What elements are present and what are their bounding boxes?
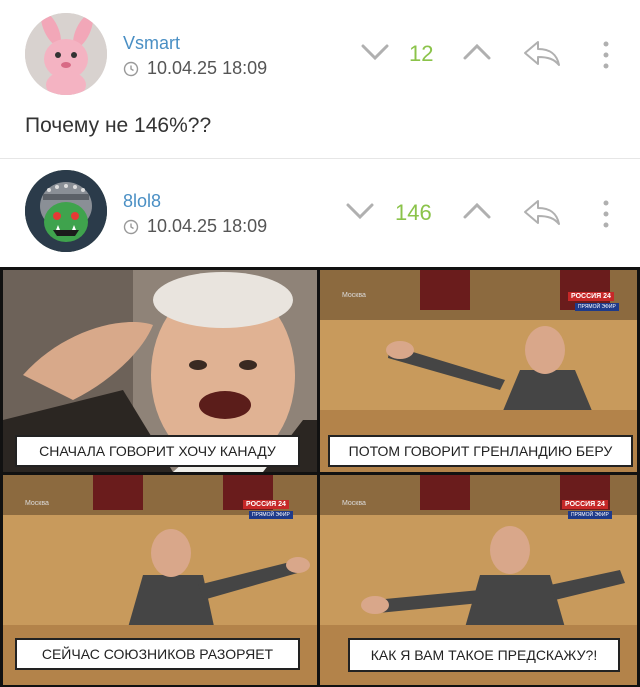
channel-sub-label: ПРЯМОЙ ЭФИР: [575, 303, 619, 311]
comment-2: 8lol8 10.04.25 18:09 146: [0, 159, 640, 267]
channel-logo: РОССИЯ 24: [568, 292, 614, 301]
location-watermark: Москва: [342, 292, 366, 299]
clock-icon: [123, 61, 139, 76]
username[interactable]: 8lol8: [123, 191, 161, 212]
channel-logo: РОССИЯ 24: [562, 500, 608, 509]
comment-score: 12: [409, 41, 434, 66]
more-menu-icon[interactable]: [600, 40, 612, 70]
location-watermark: Москва: [342, 500, 366, 507]
more-menu-icon[interactable]: [600, 199, 612, 229]
meme-panel-4: РОССИЯ 24 ПРЯМОЙ ЭФИР Москва КАК Я ВАМ Т…: [320, 475, 637, 685]
meme-panel-2: РОССИЯ 24 ПРЯМОЙ ЭФИР Москва ПОТОМ ГОВОР…: [320, 270, 637, 472]
timestamp: 10.04.25 18:09: [123, 58, 267, 79]
meme-image[interactable]: СНАЧАЛА ГОВОРИТ ХОЧУ КАНАДУ РОССИЯ 24 ПР…: [0, 267, 640, 687]
reply-icon[interactable]: [522, 197, 562, 227]
meme-caption-3: СЕЙЧАС СОЮЗНИКОВ РАЗОРЯЕТ: [15, 638, 300, 670]
avatar[interactable]: [25, 13, 107, 95]
vote-up-icon[interactable]: [462, 42, 492, 62]
vote-up-icon[interactable]: [462, 201, 492, 221]
comment-1: Vsmart 10.04.25 18:09 12 Почему не 146%?…: [0, 0, 640, 158]
channel-sub-label: ПРЯМОЙ ЭФИР: [249, 511, 293, 519]
clock-icon: [123, 219, 139, 234]
pink-rabbit-avatar-icon: [25, 13, 107, 95]
username[interactable]: Vsmart: [123, 33, 180, 54]
reply-icon[interactable]: [522, 38, 562, 68]
channel-logo: РОССИЯ 24: [243, 500, 289, 509]
meme-caption-1: СНАЧАЛА ГОВОРИТ ХОЧУ КАНАДУ: [15, 435, 300, 467]
date-text: 10.04.25 18:09: [147, 58, 268, 78]
meme-panel-3: РОССИЯ 24 ПРЯМОЙ ЭФИР Москва СЕЙЧАС СОЮЗ…: [3, 475, 317, 685]
vote-down-icon[interactable]: [345, 201, 375, 221]
meme-caption-4: КАК Я ВАМ ТАКОЕ ПРЕДСКАЖУ?!: [348, 638, 620, 672]
orc-knight-avatar-icon: [25, 170, 107, 252]
location-watermark: Москва: [25, 500, 49, 507]
comment-text: Почему не 146%??: [25, 114, 212, 137]
comment-score: 146: [395, 200, 432, 225]
channel-sub-label: ПРЯМОЙ ЭФИР: [568, 511, 612, 519]
meme-caption-2: ПОТОМ ГОВОРИТ ГРЕНЛАНДИЮ БЕРУ: [328, 435, 633, 467]
timestamp: 10.04.25 18:09: [123, 216, 267, 237]
meme-panel-1: СНАЧАЛА ГОВОРИТ ХОЧУ КАНАДУ: [3, 270, 317, 472]
date-text: 10.04.25 18:09: [147, 216, 268, 236]
vote-down-icon[interactable]: [360, 42, 390, 62]
avatar[interactable]: [25, 170, 107, 252]
